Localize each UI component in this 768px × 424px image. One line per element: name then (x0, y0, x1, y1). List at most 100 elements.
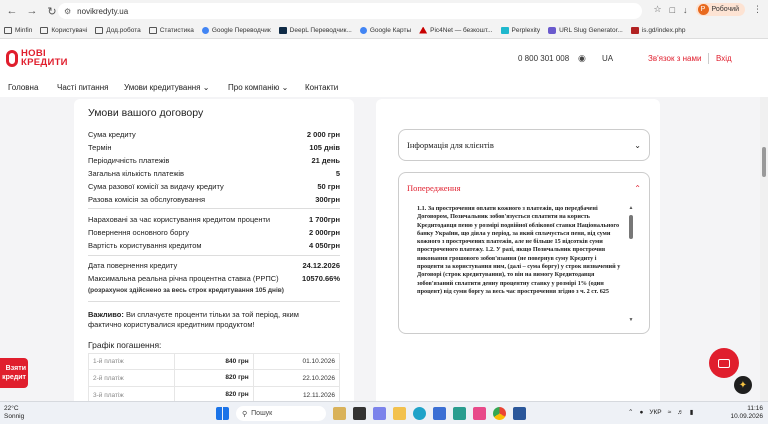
bookmark-minfin[interactable]: Minfin (4, 26, 32, 34)
warning-scrollbar[interactable]: ▲ ▼ (628, 205, 634, 323)
profile-label: Робочий (711, 6, 739, 13)
schedule-title: Графік погашення: (88, 340, 162, 350)
divider (88, 301, 340, 302)
page-scroll-thumb[interactable] (762, 147, 766, 177)
nav-home[interactable]: Головна (8, 83, 38, 92)
divider (88, 255, 340, 256)
bookmark-isgd[interactable]: is.gd/index.php (630, 26, 686, 34)
battery-icon[interactable]: ▮ (690, 408, 694, 416)
sparkle-icon[interactable]: ✦ (734, 376, 752, 394)
weather-widget[interactable]: 22°C Sonnig (4, 405, 24, 421)
warning-accordion[interactable]: Попередження ⌃ 1.1. За прострочення опла… (398, 172, 650, 334)
nav-about[interactable]: Про компанію ⌄ (228, 83, 288, 92)
client-info-accordion[interactable]: Інформація для клієнтів ⌄ (398, 129, 650, 161)
bookmark-google-translate[interactable]: Google Переводчик (201, 26, 271, 34)
folder-icon (4, 26, 12, 34)
app-icon[interactable] (473, 407, 486, 420)
search-icon: ⚲ (242, 410, 248, 418)
take-credit-button[interactable]: Взяти кредит (0, 358, 28, 388)
system-clock[interactable]: 11:16 10.09.2026 (727, 405, 763, 421)
contract-terms-card: Умови вашого договору Сума кредиту 2 000 … (74, 99, 354, 401)
taskbar-search[interactable]: ⚲ Пошук (236, 406, 326, 421)
chevron-up-icon[interactable]: ⌃ (628, 408, 633, 416)
avatar: Р (697, 4, 709, 15)
page-scrollbar[interactable] (760, 97, 768, 401)
download-icon[interactable]: ↓ (683, 5, 688, 15)
scroll-thumb[interactable] (629, 215, 633, 239)
task-view-icon[interactable] (353, 407, 366, 420)
bookmark-statistics[interactable]: Статистика (148, 26, 194, 34)
scroll-down-icon[interactable]: ▼ (628, 317, 634, 323)
table-row: 2-й платіж 820 грн 22.10.2026 (88, 370, 340, 387)
isgd-icon (630, 26, 639, 34)
file-explorer-icon[interactable] (393, 407, 406, 420)
app-tray-icon[interactable]: ● (639, 409, 643, 416)
back-icon[interactable]: ← (4, 3, 20, 19)
bookmark-url-slug[interactable]: URL Slug Generator... (548, 26, 623, 34)
store-icon[interactable] (433, 407, 446, 420)
perplexity-icon (500, 26, 509, 34)
edge-icon[interactable] (413, 407, 426, 420)
bookmarks-bar: Minfin Користувачі Дод.робота Статистика… (0, 22, 768, 39)
chevron-down-icon: ⌄ (634, 140, 641, 150)
folder-icon (40, 26, 49, 34)
address-bar[interactable]: ⚙ novikredyty.ua (58, 3, 642, 19)
nav-contacts[interactable]: Контакти (305, 83, 338, 92)
folder-icon (95, 26, 104, 34)
volume-icon[interactable]: ♬ (677, 409, 684, 416)
widget-icon[interactable] (333, 407, 346, 420)
nav-faq[interactable]: Часті питання (57, 83, 108, 92)
bookmark-users[interactable]: Користувачі (40, 26, 87, 34)
info-card: Інформація для клієнтів ⌄ Попередження ⌃… (376, 99, 660, 401)
bookmark-extra-work[interactable]: Дод.робота (95, 26, 141, 34)
menu-icon[interactable]: ⋮ (753, 4, 762, 15)
site-info-icon[interactable]: ⚙ (64, 7, 71, 16)
term-row: Сума кредиту 2 000 грн (88, 130, 340, 139)
scroll-up-icon[interactable]: ▲ (628, 205, 634, 211)
bookmark-google-maps[interactable]: Google Карты (359, 26, 411, 34)
chevron-down-icon: ⌄ (202, 83, 210, 92)
logo-line2: КРЕДИТИ (21, 57, 68, 68)
phone-link[interactable]: 0 800 301 008 (518, 54, 569, 63)
warning-text: 1.1. За прострочення оплати кожного з пл… (417, 205, 621, 295)
cost-row: Нараховані за час користування кредитом … (88, 215, 340, 224)
nav-credit-terms[interactable]: Умови кредитування ⌄ (124, 83, 209, 92)
cost-row: Вартість користування кредитом 4 050грн (88, 241, 340, 250)
contact-link[interactable]: Зв'язок з нами (648, 54, 701, 63)
rate-row: Максимальна реальна річна процентна став… (88, 274, 340, 283)
wifi-icon[interactable]: ≈ (668, 409, 672, 416)
term-row: Разова комісія за обслуговування 300грн (88, 195, 340, 204)
url-slug-icon (548, 26, 557, 34)
profile-button[interactable]: Р Робочий (695, 3, 745, 16)
windows-start-icon[interactable] (216, 407, 229, 420)
accordion-title: Інформація для клієнтів (407, 140, 494, 150)
table-row: 1-й платіж 840 грн 01.10.2026 (88, 353, 340, 370)
photos-icon[interactable] (453, 407, 466, 420)
chevron-down-icon: ⌄ (281, 83, 289, 92)
site-logo[interactable]: НОВІ КРЕДИТИ (6, 49, 68, 67)
bookmark-deepl[interactable]: DeepL Переводчик... (278, 26, 352, 34)
folder-icon (148, 26, 157, 34)
bookmark-perplexity[interactable]: Perplexity (500, 26, 540, 34)
bookmark-pic4net[interactable]: Pic4Net — безкошт... (419, 26, 493, 34)
contract-title: Умови вашого договору (88, 107, 204, 119)
login-link[interactable]: Вхід (716, 54, 732, 63)
forward-icon[interactable]: → (24, 3, 40, 19)
chat-button[interactable] (709, 348, 739, 378)
extensions-icon[interactable]: □ (670, 5, 675, 15)
main-content: Умови вашого договору Сума кредиту 2 000 … (0, 97, 768, 401)
language-switch[interactable]: UA (602, 54, 613, 63)
accessibility-eye-icon[interactable]: ◉ (578, 53, 586, 64)
important-note: Важливо: Ви сплачуєте проценти тільки за… (88, 310, 299, 329)
logo-mark-icon (6, 49, 18, 67)
term-row: Періодичність платежів 21 день (88, 156, 340, 165)
teams-icon[interactable] (373, 407, 386, 420)
payment-schedule-table: 1-й платіж 840 грн 01.10.2026 2-й платіж… (88, 353, 340, 401)
divider (88, 208, 340, 209)
google-maps-icon (359, 26, 367, 34)
bookmark-star-icon[interactable]: ☆ (654, 4, 662, 15)
chrome-icon[interactable] (493, 407, 506, 420)
keyboard-language[interactable]: УКР (649, 409, 661, 416)
chevron-up-icon: ⌃ (634, 183, 641, 193)
word-icon[interactable] (513, 407, 526, 420)
